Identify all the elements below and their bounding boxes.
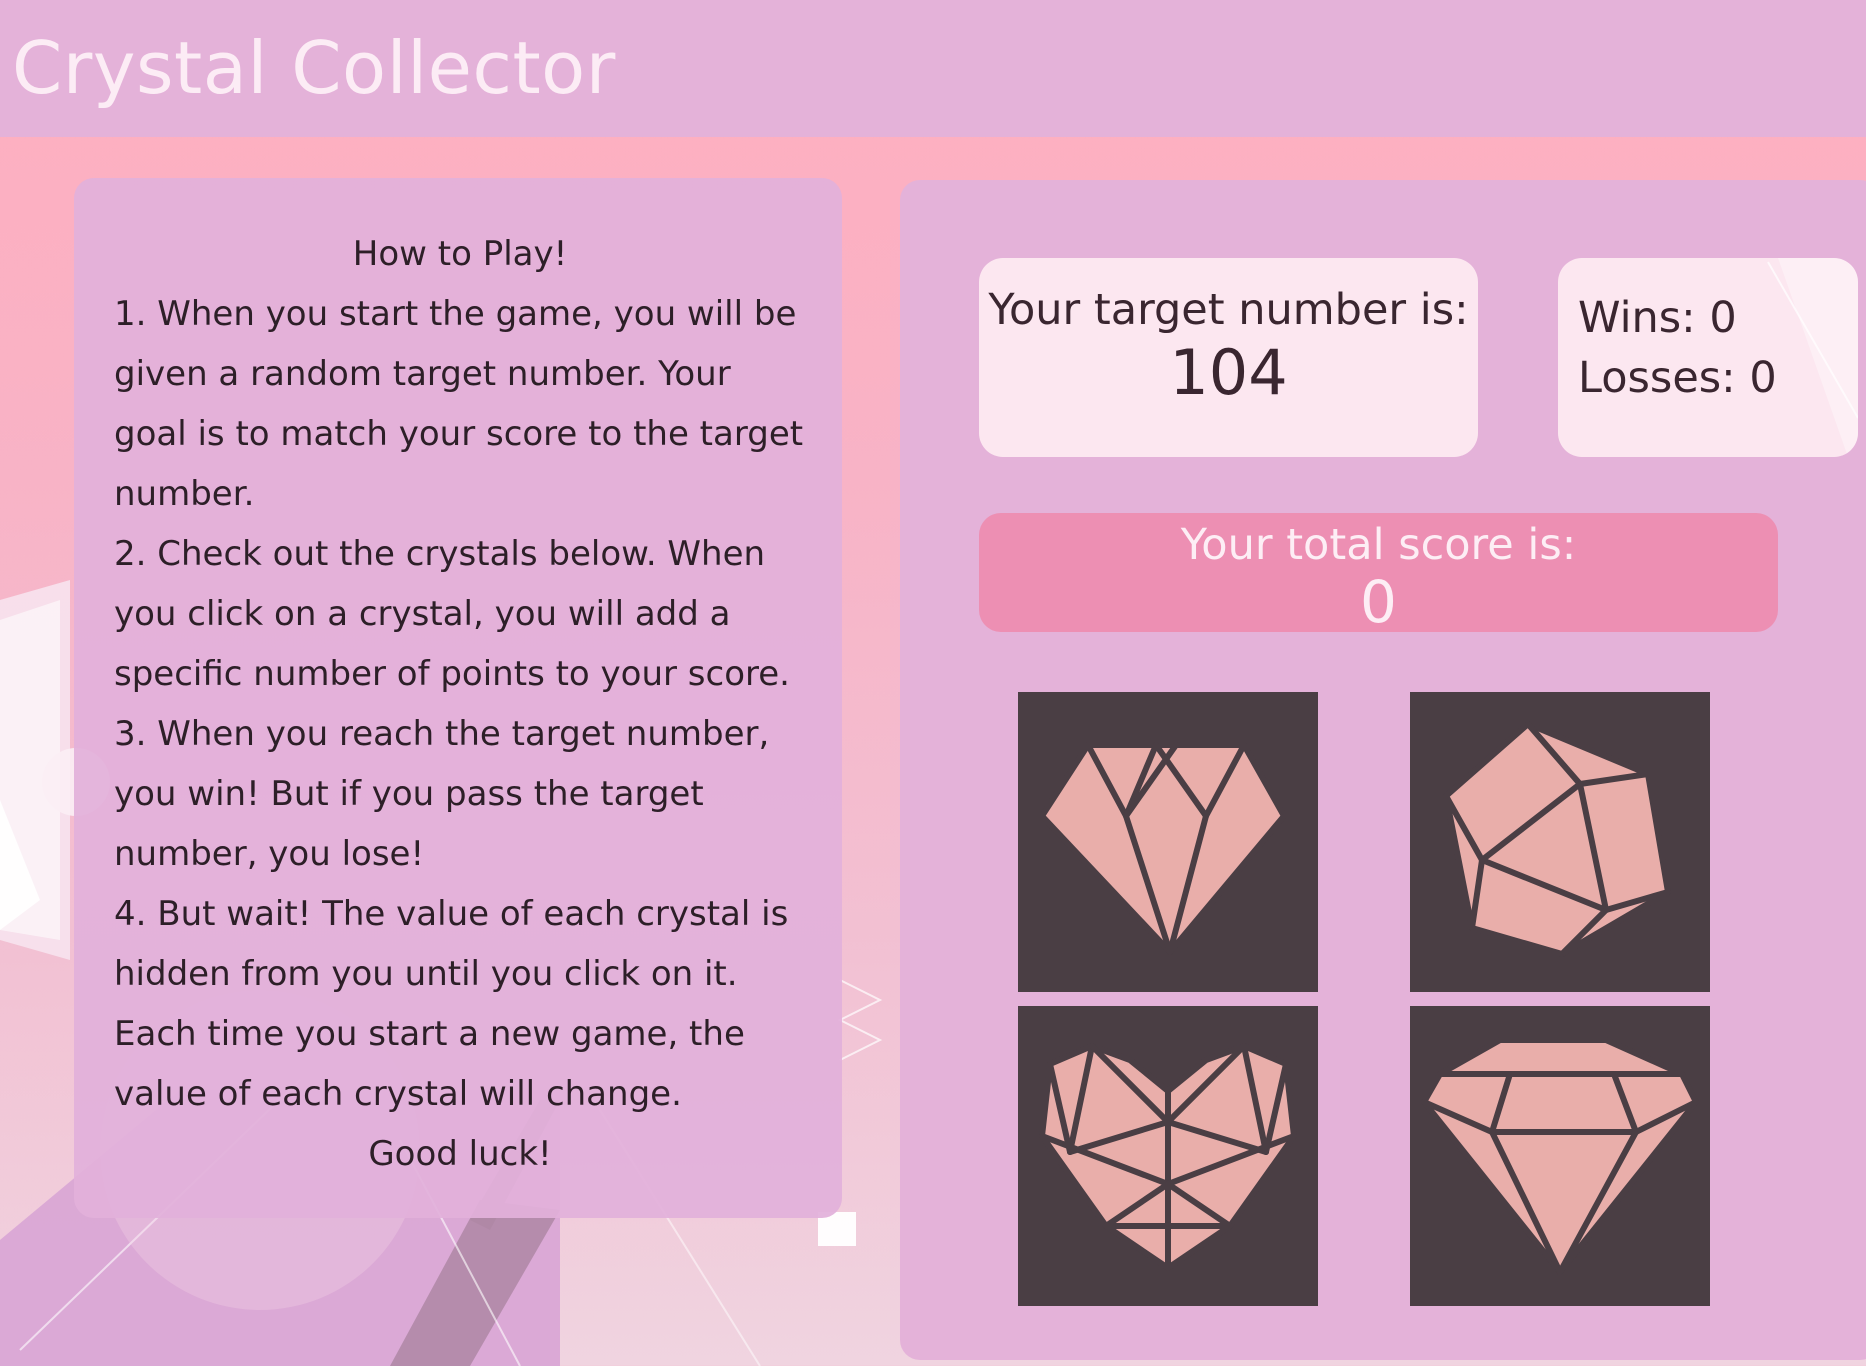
app-header: Crystal Collector (0, 0, 1866, 137)
app-title: Crystal Collector (12, 26, 616, 110)
instruction-step: 3. When you reach the target number, you… (114, 714, 770, 874)
instruction-step: 1. When you start the game, you will be … (114, 294, 804, 514)
target-number-card: Your target number is: 104 (979, 258, 1478, 457)
instructions-heading: How to Play! (352, 234, 568, 274)
total-score-label: Your total score is: (1180, 520, 1577, 570)
card-shine-decoration (1767, 258, 1858, 457)
instruction-step: 2. Check out the crystals below. When yo… (114, 534, 790, 694)
heart-gem-icon (1039, 1043, 1297, 1271)
target-number-value: 104 (1169, 336, 1288, 409)
instructions-closing: Good luck! (368, 1134, 552, 1174)
diamond-gem-icon (1421, 1037, 1699, 1275)
total-score-value: 0 (1360, 568, 1397, 636)
crystal-button-4[interactable] (1410, 1006, 1710, 1306)
polyhedron-gem-icon (1443, 721, 1671, 957)
instructions-panel: How to Play! 1. When you start the game,… (74, 178, 842, 1218)
win-loss-card: Wins: 0 Losses: 0 (1558, 258, 1858, 457)
target-number-label: Your target number is: (988, 285, 1469, 335)
crystal-button-1[interactable] (1018, 692, 1318, 992)
crystal-button-3[interactable] (1018, 1006, 1318, 1306)
game-panel: Your target number is: 104 Wins: 0 Losse… (900, 180, 1866, 1360)
crystal-button-2[interactable] (1410, 692, 1710, 992)
total-score-card: Your total score is: 0 (979, 513, 1778, 632)
faceted-gem-icon (1039, 742, 1287, 955)
instruction-step: 4. But wait! The value of each crystal i… (114, 894, 789, 1114)
